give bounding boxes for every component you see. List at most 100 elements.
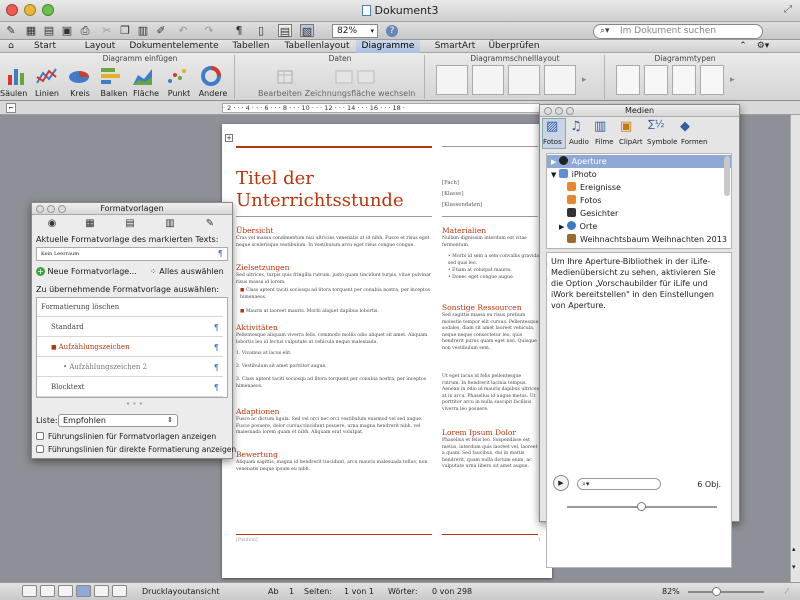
resize-grip-icon[interactable]: ⁄ (786, 586, 787, 598)
pie-button[interactable]: Kreis (66, 89, 94, 98)
table-move-handle-icon[interactable]: + (225, 134, 233, 142)
home-icon[interactable]: ⌂ (6, 40, 16, 53)
copy-icon[interactable]: ❐ (118, 24, 132, 37)
area-button[interactable]: Fläche (130, 89, 162, 98)
guides-styles-option[interactable]: Führungslinien für Formatvorlagen anzeig… (36, 432, 216, 441)
panel-minimize-button[interactable] (47, 205, 55, 213)
style-item-blocktext[interactable]: Blocktext ¶ (37, 378, 223, 397)
switch-plot-button[interactable]: Zeichnungsfläche wechseln (302, 89, 418, 98)
tab-dokumentelemente[interactable]: Dokumentelemente (126, 40, 222, 53)
list-item[interactable]: 2. Vestibulum sit amet porttitor augue. (236, 364, 432, 371)
heading-aktivitaeten[interactable]: Aktivitäten (236, 323, 278, 332)
tree-scrollbar[interactable] (724, 156, 730, 196)
new-style-button[interactable]: + Neue Formatvorlage... (36, 267, 137, 276)
tree-item-orte[interactable]: ▶ Orte (547, 220, 731, 233)
current-style-field[interactable]: Kein Leerraum ¶ (36, 247, 228, 261)
tab-ueberpruefen[interactable]: Überprüfen (482, 40, 546, 53)
tab-diagramme[interactable]: Diagramme (356, 40, 420, 53)
play-button[interactable]: ▶ (553, 475, 569, 491)
tab-fotos-label[interactable]: Fotos (543, 138, 562, 146)
save-icon[interactable]: ▣ (60, 24, 74, 37)
list-item[interactable]: • Donec eget congue augue. (448, 275, 540, 282)
tab-tabellenlayout[interactable]: Tabellenlayout (280, 40, 354, 53)
list-item[interactable]: 1. Vivamus at lacus elit. (236, 351, 432, 358)
resize-handle-icon[interactable]: • • • (126, 400, 143, 408)
styles-list[interactable]: Formatierung löschen Standard ¶ ■ Aufzähl… (36, 297, 228, 398)
paste-icon[interactable]: ▥ (136, 24, 150, 37)
paragraph-bewertung[interactable]: Aliquam sagittis, magna id hendrerit tin… (236, 460, 432, 473)
view-print-layout-button[interactable] (76, 585, 91, 597)
view-focus-button[interactable] (112, 585, 127, 597)
toolbox-icon[interactable]: ▤ (278, 24, 292, 38)
paragraph-ressourcen-2[interactable]: Ut eget lacus id felis pellentesque rutr… (442, 374, 540, 414)
panel-zoom-button[interactable] (58, 205, 66, 213)
list-item[interactable]: • Etiam at volutpat mauris. (448, 268, 540, 275)
tab-formen[interactable]: Formen (681, 138, 707, 146)
zoom-slider-knob[interactable] (712, 587, 721, 596)
style-item-bullets[interactable]: ■ Aufzählungszeichen ¶ (37, 338, 223, 357)
edit-data-button[interactable]: Bearbeiten (258, 89, 302, 98)
media-search-input[interactable]: ⌕▾ (577, 478, 661, 490)
fullscreen-icon[interactable]: ⤢ (784, 4, 792, 15)
charttype-thumb-2[interactable] (644, 65, 668, 95)
quicklayout-thumb-3[interactable] (508, 65, 540, 95)
list-item[interactable]: ■ Mauris at laoreet mauris. Morbi alique… (240, 309, 430, 316)
field-klassendaten[interactable]: [Klassendaten] (442, 202, 482, 208)
view-draft-button[interactable] (22, 585, 37, 597)
tab-symbole[interactable]: Symbole (647, 138, 677, 146)
open-icon[interactable]: ▤ (42, 24, 56, 37)
tree-item-ereignisse[interactable]: Ereignisse (547, 181, 731, 194)
quicklayout-thumb-1[interactable] (436, 65, 468, 95)
search-input[interactable]: ⌕▾ Im Dokument suchen (593, 24, 763, 39)
charttype-thumb-1[interactable] (616, 65, 640, 95)
charttype-next-icon[interactable]: ▸ (730, 75, 735, 85)
view-notebook-button[interactable] (94, 585, 109, 597)
heading-materialien[interactable]: Materialien (442, 226, 486, 235)
heading-lorem[interactable]: Lorem Ipsum Dolor (442, 428, 516, 437)
charttype-thumb-3[interactable] (672, 65, 696, 95)
paragraph-lorem[interactable]: Phasellus et felis leo. Suspendisse est … (442, 438, 540, 471)
sidebar-icon[interactable]: ▯ (254, 24, 268, 37)
lines-button[interactable]: Linien (32, 89, 62, 98)
pilcrow-icon[interactable]: ¶ (232, 24, 246, 37)
format-painter-icon[interactable]: ✐ (154, 24, 168, 37)
tree-item-gesichter[interactable]: Gesichter (547, 207, 731, 220)
styles-icon[interactable]: ▤ (110, 217, 150, 231)
slider-knob[interactable] (637, 502, 646, 511)
paragraph-aktivitaeten[interactable]: Pellentesque aliquam viverra felis, comm… (236, 333, 432, 346)
scroll-down-icon[interactable]: ▾ (792, 563, 796, 571)
redo-icon[interactable]: ↷ (202, 24, 216, 37)
style-item-clear[interactable]: Formatierung löschen (37, 298, 223, 317)
style-item-bullets-2[interactable]: • Aufzählungszeichen 2 ¶ (37, 358, 223, 377)
heading-adaptionen[interactable]: Adaptionen (236, 407, 280, 416)
tab-start[interactable]: Start (16, 40, 74, 53)
tab-stop-icon[interactable]: ⌐ (6, 103, 16, 113)
ribbon-settings-icon[interactable]: ⚙▾ (754, 40, 772, 53)
paragraph-ressourcen[interactable]: Sed sagittis massa eu risus pretium mole… (442, 313, 540, 353)
panel-close-button[interactable] (36, 205, 44, 213)
other-button[interactable]: Andere (196, 89, 230, 98)
zoom-slider[interactable] (688, 591, 764, 593)
list-item[interactable]: 3. Class aptent taciti sociosqu ad litor… (236, 377, 432, 390)
scatter-button[interactable]: Punkt (164, 89, 194, 98)
tree-item-aperture[interactable]: ▶ Aperture (547, 155, 731, 168)
paragraph-materialien[interactable]: Nullam dignissim interdum est vitae ferm… (442, 236, 540, 249)
paragraph-uebersicht[interactable]: Cras vel massa condimentum nisi ultricie… (236, 236, 432, 249)
media-preview-area[interactable]: Um Ihre Aperture-Bibliothek in der iLife… (546, 252, 732, 568)
scroll-up-icon[interactable]: ▴ (792, 545, 796, 553)
tab-audio[interactable]: Audio (569, 138, 589, 146)
field-fach[interactable]: [Fach] (442, 180, 459, 186)
vertical-scrollbar[interactable]: ▴ ▾ (790, 115, 800, 582)
tab-filme[interactable]: Filme (595, 138, 614, 146)
list-item[interactable]: ■ Class aptent taciti sociosqu ad litora… (240, 288, 430, 301)
template-gallery-icon[interactable]: ▦ (24, 24, 38, 37)
undo-icon[interactable]: ↶ (176, 24, 190, 37)
tab-layout[interactable]: Layout (76, 40, 124, 53)
heading-uebersicht[interactable]: Übersicht (236, 226, 273, 235)
citations-icon[interactable]: ▥ (150, 217, 190, 231)
bar-button[interactable]: Balken (98, 89, 130, 98)
tree-item-fotos[interactable]: Fotos (547, 194, 731, 207)
select-all-button[interactable]: ⁘ Alles auswählen (150, 267, 224, 276)
words-value[interactable]: 0 von 298 (432, 586, 472, 598)
checkbox[interactable] (36, 445, 44, 453)
